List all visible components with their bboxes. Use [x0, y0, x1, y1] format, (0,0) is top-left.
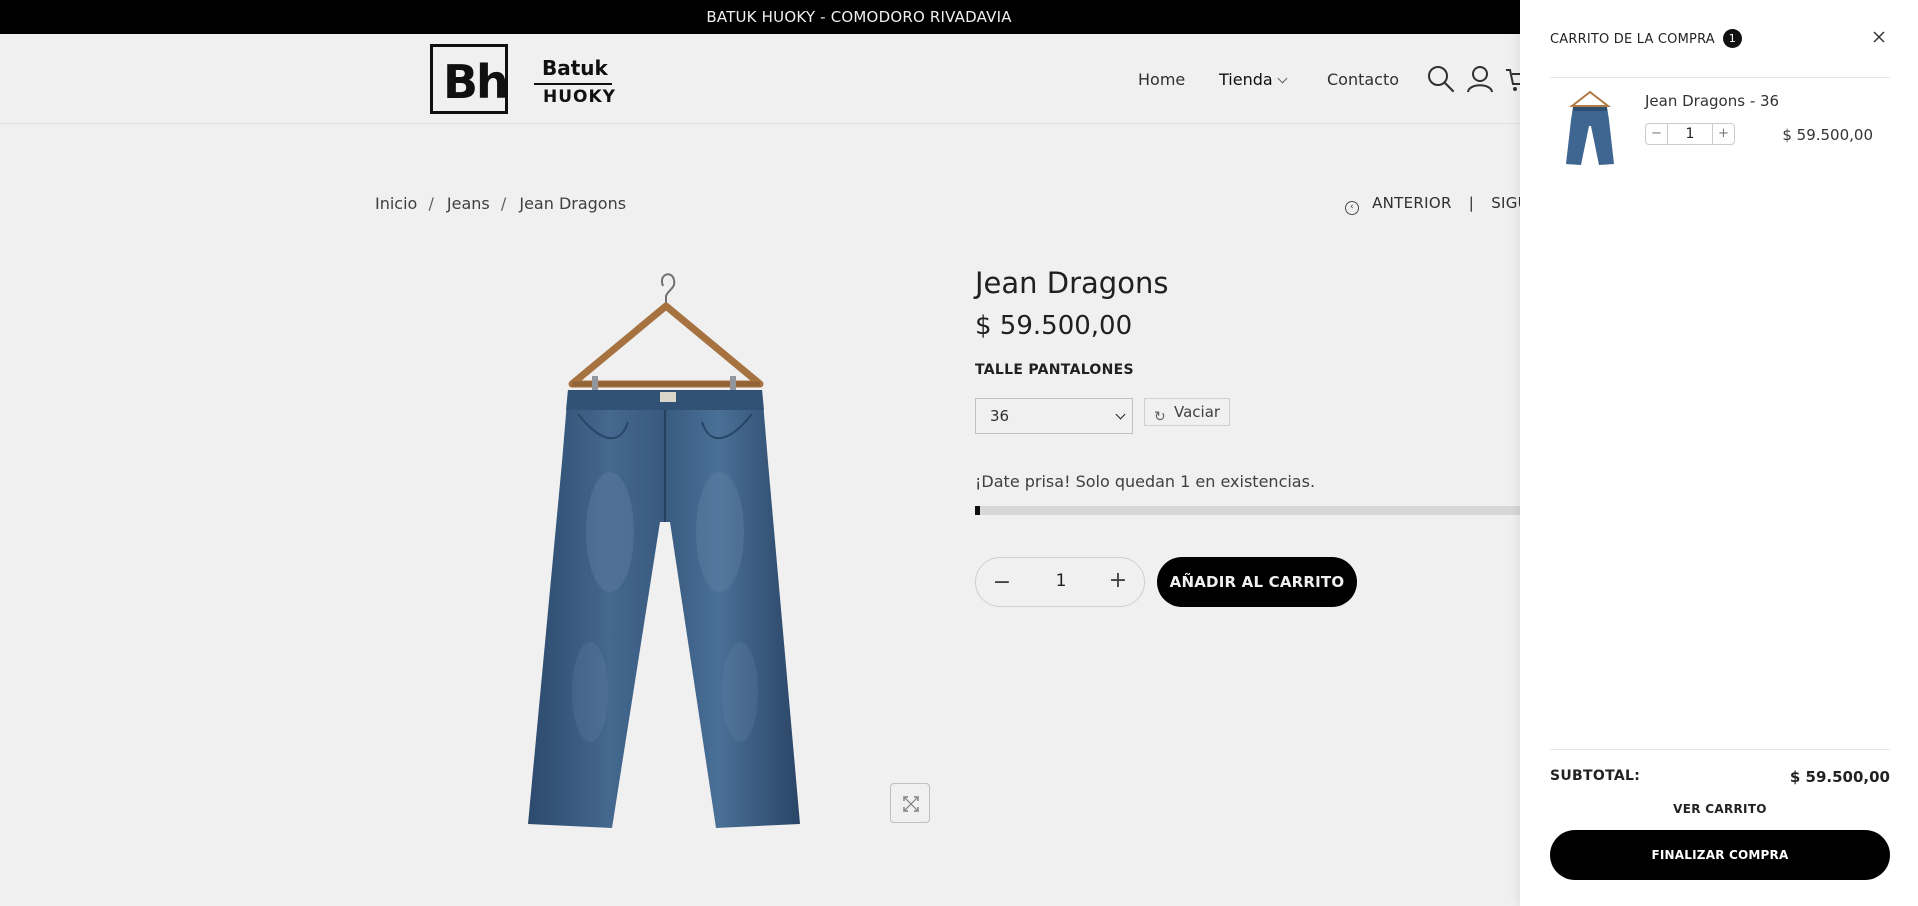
chevron-down-icon	[1115, 409, 1126, 420]
logo-mark[interactable]: Bh	[430, 44, 509, 114]
clear-selection-label: Vaciar	[1174, 403, 1221, 421]
cart-item-increase-button[interactable]: +	[1712, 124, 1734, 144]
cart-item-name[interactable]: Jean Dragons - 36	[1645, 92, 1779, 110]
breadcrumb-current: Jean Dragons	[519, 194, 627, 213]
cart-item-decrease-button[interactable]: −	[1646, 124, 1668, 144]
quantity-stepper: − 1 +	[975, 557, 1145, 607]
view-cart-link[interactable]: VER CARRITO	[1550, 802, 1890, 816]
quantity-increase-button[interactable]: +	[1106, 568, 1130, 593]
clear-selection-button[interactable]: ↻ Vaciar	[1144, 398, 1230, 426]
refresh-icon: ↻	[1154, 409, 1166, 425]
chevron-down-icon	[1277, 73, 1288, 84]
zoom-button[interactable]	[890, 783, 930, 823]
cart-drawer-title-text: CARRITO DE LA COMPRA	[1550, 32, 1715, 47]
breadcrumb-separator: /	[428, 194, 434, 213]
cart-count-badge: 1	[1722, 29, 1742, 48]
size-select-value: 36	[990, 407, 1010, 425]
breadcrumb: Inicio / Jeans / Jean Dragons	[375, 194, 632, 213]
logo-divider	[534, 83, 612, 85]
breadcrumb-category[interactable]: Jeans	[447, 194, 490, 213]
product-image[interactable]	[500, 272, 830, 840]
add-to-cart-button[interactable]: AÑADIR AL CARRITO	[1157, 557, 1357, 607]
nav-home[interactable]: Home	[1138, 70, 1185, 89]
nav-shop-label: Tienda	[1219, 70, 1273, 89]
nav-contact[interactable]: Contacto	[1327, 70, 1399, 89]
product-price: $ 59.500,00	[975, 311, 1133, 341]
cart-drawer-title: CARRITO DE LA COMPRA 1	[1550, 29, 1742, 49]
divider	[1550, 77, 1890, 78]
cart-drawer: CARRITO DE LA COMPRA 1 Jean Dragons - 36 …	[1520, 0, 1918, 906]
cart-item-quantity-stepper: − 1 +	[1645, 123, 1735, 145]
quantity-decrease-button[interactable]: −	[990, 570, 1014, 595]
expand-icon	[903, 796, 919, 812]
cart-item-price: $ 59.500,00	[1782, 126, 1873, 144]
size-select[interactable]: 36	[975, 398, 1133, 434]
chevron-left-icon: ‹	[1345, 201, 1359, 215]
logo-wordmark[interactable]: Batuk HUOKY	[534, 56, 616, 107]
product-title: Jean Dragons	[975, 266, 1169, 300]
subtotal-label: SUBTOTAL:	[1550, 768, 1641, 784]
close-icon[interactable]	[1868, 26, 1890, 48]
checkout-button[interactable]: FINALIZAR COMPRA	[1550, 830, 1890, 880]
search-icon[interactable]	[1426, 64, 1456, 94]
announcement-text: BATUK HUOKY - COMODORO RIVADAVIA	[706, 8, 1012, 26]
breadcrumb-separator: /	[500, 194, 507, 213]
logo-wordmark-bottom: HUOKY	[543, 87, 616, 107]
pager-separator: |	[1468, 194, 1475, 212]
divider	[1550, 749, 1890, 750]
stock-bar	[975, 506, 1520, 515]
subtotal-value: $ 59.500,00	[1789, 768, 1890, 786]
previous-link[interactable]: ANTERIOR	[1372, 194, 1452, 212]
user-icon[interactable]	[1465, 64, 1495, 94]
quantity-input[interactable]: 1	[1046, 571, 1076, 591]
nav-shop[interactable]: Tienda	[1219, 70, 1288, 89]
cart-icon[interactable]	[1504, 64, 1520, 94]
cart-item-thumbnail[interactable]	[1562, 90, 1618, 166]
logo-wordmark-top: Batuk	[542, 56, 608, 80]
stock-bar-fill	[975, 506, 981, 515]
logo-mark-text: Bh	[443, 55, 509, 109]
stock-message: ¡Date prisa! Solo quedan 1 en existencia…	[975, 472, 1316, 491]
cart-item-quantity-input[interactable]: 1	[1668, 124, 1712, 144]
size-label: TALLE PANTALONES	[975, 362, 1134, 378]
breadcrumb-home[interactable]: Inicio	[375, 194, 417, 213]
